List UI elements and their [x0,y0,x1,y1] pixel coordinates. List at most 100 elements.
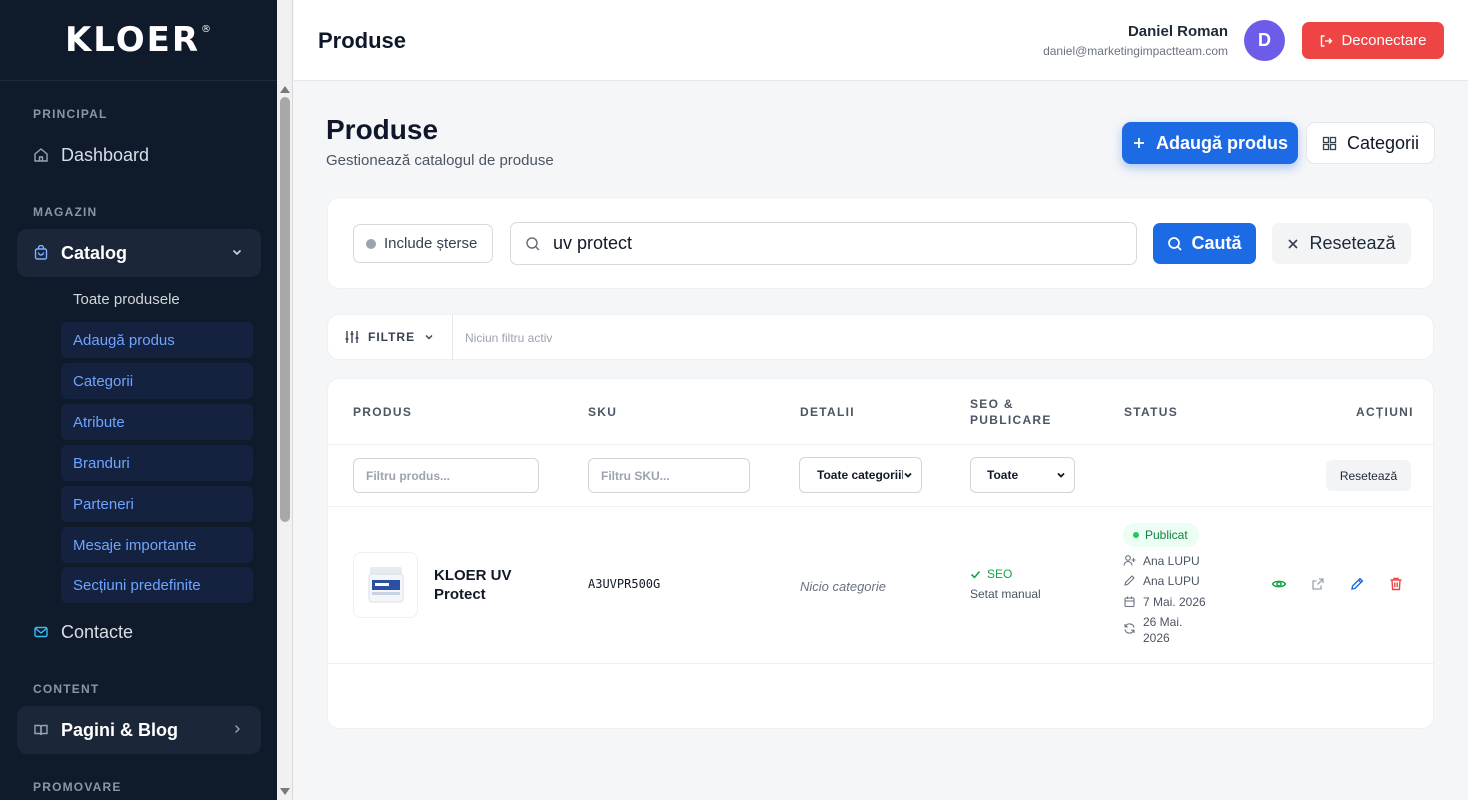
sidebar-subitem-attributes[interactable]: Atribute [61,404,253,440]
logo-area: KLOER® [0,0,277,81]
chevron-down-icon [232,249,242,256]
search-field[interactable] [510,222,1137,265]
edit-pencil-icon[interactable] [1349,576,1365,592]
plus-icon [1133,138,1144,148]
sidebar-item-dashboard[interactable]: Dashboard [17,131,261,179]
status-dot-icon [1133,532,1139,538]
filters-toggle[interactable]: FILTRE [344,329,435,345]
categories-button[interactable]: Categorii [1306,122,1435,164]
products-table: PRODUS SKU DETALII SEO & PUBLICARE STATU… [327,378,1435,729]
book-icon [33,722,49,738]
sidebar-subitem-predefined-sections[interactable]: Secțiuni predefinite [61,567,253,603]
sliders-icon [345,331,359,343]
filter-bar: FILTRE Niciun filtru activ [327,314,1434,361]
updated-date-line2: 2026 [1143,631,1170,645]
sidebar-subitem-important-messages[interactable]: Mesaje importante [61,527,253,563]
sidebar-item-label: Catalog [61,242,128,263]
updated-date-line1: 26 Mai. [1143,615,1183,629]
page-subtitle: Gestionează catalogul de produse [326,152,554,169]
category-select[interactable]: Toate categoriile [799,457,922,493]
header-title: Produse [318,28,407,53]
product-filter-input[interactable]: Filtru produs... [353,458,539,493]
user-plus-icon [1123,555,1136,566]
logout-label: Deconectare [1341,32,1427,49]
search-card: Include șterse Caută Resetează [327,197,1434,289]
col-header-sku[interactable]: SKU [588,404,617,420]
product-name[interactable]: KLOER UV Protect [434,566,544,604]
filters-label: FILTRE [368,330,416,344]
search-icon [526,236,540,251]
search-button-label: Caută [1191,233,1242,253]
sidebar-item-catalog[interactable]: Catalog [17,229,261,277]
col-header-product[interactable]: PRODUS [353,404,412,420]
refresh-icon [1124,623,1135,634]
divider [452,315,453,361]
status-badge: Publicat [1123,523,1199,547]
scrollbar-thumb[interactable] [280,97,290,522]
sidebar-subitem-partners[interactable]: Parteneri [61,486,253,522]
row-divider [328,506,1435,507]
delete-trash-icon[interactable] [1388,576,1404,592]
chevron-down-icon [1057,472,1065,478]
product-details: Nicio categorie [800,579,886,594]
include-deleted-toggle[interactable]: Include șterse [353,224,493,263]
col-header-actions: ACȚIUNI [1356,405,1414,419]
sidebar-item-contacte[interactable]: Contacte [17,608,261,656]
view-eye-icon[interactable] [1271,576,1287,592]
created-by: Ana LUPU [1123,553,1200,569]
updated-date-value: 26 Mai. 2026 [1143,614,1182,646]
search-icon [1168,236,1183,251]
add-product-button[interactable]: Adaugă produs [1122,122,1298,164]
avatar[interactable]: D [1244,20,1285,61]
external-link-icon[interactable] [1310,576,1326,592]
user-name: Daniel Roman [1127,23,1228,40]
edited-by: Ana LUPU [1123,573,1200,589]
home-icon [33,147,49,163]
toggle-dot-icon [366,238,376,249]
sidebar-subitem-all-products[interactable]: Toate produsele [61,281,253,317]
edited-by-name: Ana LUPU [1143,574,1200,588]
search-button[interactable]: Caută [1153,223,1256,264]
chevron-down-icon [425,335,433,340]
logout-button[interactable]: Deconectare [1302,22,1444,59]
col-header-seo: SEO & PUBLICARE [970,396,1052,428]
calendar-icon [1124,596,1135,608]
created-by-name: Ana LUPU [1143,554,1200,568]
scroll-down-arrow-icon[interactable] [280,788,290,795]
updated-date: 26 Mai. 2026 [1123,614,1182,646]
filter-status: Niciun filtru activ [465,331,553,345]
add-product-label: Adaugă produs [1155,132,1288,153]
grid-icon [1322,136,1337,150]
sku-filter-input[interactable]: Filtru SKU... [588,458,750,493]
product-thumbnail[interactable] [353,552,418,618]
section-label-magazin: MAGAZIN [33,205,98,219]
row-divider [328,444,1435,445]
logout-icon [1321,34,1333,47]
include-deleted-label: Include șterse [384,235,478,252]
sidebar-item-label: Pagini & Blog [61,719,178,740]
col-header-seo-line1: SEO & [970,397,1014,411]
chevron-right-icon [235,725,240,733]
page-title: Produse [326,114,439,145]
status-label: Publicat [1145,528,1188,542]
col-header-status[interactable]: STATUS [1124,404,1178,420]
section-label-principal: PRINCIPAL [33,107,108,121]
reset-button-label: Resetează [1309,233,1396,253]
pencil-icon [1124,575,1135,586]
seo-select[interactable]: Toate [970,457,1075,493]
sidebar-subitem-add-product[interactable]: Adaugă produs [61,322,253,358]
sidebar-item-label: Contacte [61,621,134,642]
scroll-up-arrow-icon[interactable] [280,86,290,93]
search-input[interactable] [553,233,1113,254]
reset-button[interactable]: Resetează [1272,223,1411,264]
sidebar-subitem-categories[interactable]: Categorii [61,363,253,399]
sidebar-subitem-brands[interactable]: Branduri [61,445,253,481]
reset-filters-button[interactable]: Resetează [1326,460,1411,491]
seo-label: SEO [987,567,1013,581]
close-icon [1288,238,1299,249]
product-sku: A3UVPR500G [588,577,661,591]
col-header-details: DETALII [800,405,855,419]
sidebar-item-pagini-blog[interactable]: Pagini & Blog [17,706,261,754]
sidebar-scrollbar[interactable] [277,0,293,800]
kloer-logo[interactable]: KLOER® [65,20,212,60]
